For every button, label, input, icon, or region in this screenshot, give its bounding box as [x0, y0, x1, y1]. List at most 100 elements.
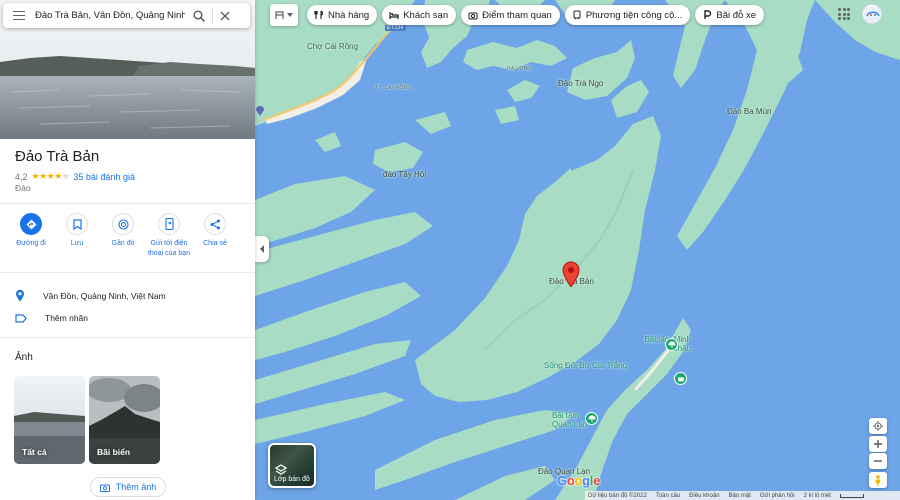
minus-icon [874, 460, 882, 462]
photo-all[interactable]: Tất cả [14, 376, 85, 464]
camera-icon [677, 376, 684, 381]
app-root: Chợ Cái Rồng ĐT334 HẠ LONG TT. CÁI RỒNG … [0, 0, 900, 500]
google-logo: Google [557, 473, 601, 488]
map-label-cho-cai-rong[interactable]: Chợ Cái Rồng [307, 42, 358, 51]
footer-global[interactable]: Toàn cầu [656, 493, 680, 499]
pegman-icon [875, 474, 881, 486]
send-to-phone-icon [164, 218, 174, 230]
directions-icon [26, 219, 36, 229]
building-icon [275, 11, 284, 19]
map-label-dao-tay-hoi[interactable]: đảo Tây Hội [383, 170, 426, 179]
place-title: Đảo Trà Bản [15, 148, 100, 165]
reviews-link[interactable]: 35 bài đánh giá [73, 172, 135, 182]
send-to-phone-label: Gửi tới điện thoại của bạn [147, 240, 191, 257]
google-apps-button[interactable] [838, 8, 850, 20]
chip-attractions-label: Điểm tham quan [482, 9, 552, 21]
label-icon [15, 313, 27, 323]
map-data-credit: Dữ liệu bản đồ ©2022 [588, 492, 647, 499]
camera-icon [468, 12, 478, 20]
save-label: Lưu [70, 240, 84, 247]
location-icon [16, 289, 24, 302]
scale-bar [839, 493, 864, 498]
search-input[interactable] [35, 10, 185, 21]
nearby-icon [117, 218, 129, 230]
collapse-panel-button[interactable] [255, 236, 269, 262]
chevron-left-icon [260, 245, 264, 253]
directions-button[interactable]: Đường đi [14, 213, 48, 258]
chip-transit[interactable]: Phương tiện công cộ... [564, 5, 691, 25]
beach-poi-icon[interactable] [665, 338, 678, 351]
road-badge: ĐT334 [385, 25, 406, 31]
account-avatar[interactable] [862, 4, 882, 24]
send-to-phone-button[interactable]: Gửi tới điện thoại của bạn [148, 213, 190, 258]
hotel-icon [389, 12, 399, 19]
layers-button[interactable]: Lớp bản đồ [268, 443, 316, 488]
add-photo-label: Thêm ảnh [115, 482, 157, 492]
map-edge-poi-icon[interactable] [255, 103, 265, 116]
map-label-ha-long: HẠ LONG [507, 66, 532, 72]
star-icon: ★ [46, 171, 55, 181]
restaurant-icon [314, 10, 324, 19]
chip-restaurants-label: Nhà hàng [328, 9, 370, 21]
search-divider [212, 7, 213, 24]
location-pin-icon[interactable] [562, 261, 580, 287]
close-icon[interactable] [220, 10, 230, 21]
zoom-out-button[interactable] [869, 453, 887, 469]
directions-label: Đường đi [16, 240, 46, 247]
chip-attractions[interactable]: Điểm tham quan [461, 5, 560, 25]
search-icon[interactable] [193, 9, 205, 22]
add-photo-button[interactable]: Thêm ảnh [90, 477, 166, 497]
beach-poi-icon-2[interactable] [585, 412, 598, 425]
rating-stars: ★ ★ ★ ★ ★ [32, 171, 70, 182]
map-label-dao-ba-mun[interactable]: Đảo Ba Mùn [727, 107, 771, 116]
photos-heading: Ảnh [15, 352, 33, 363]
scale-label[interactable]: 2 ki lô mét [804, 493, 831, 499]
photo-beach[interactable]: Bãi biển [89, 376, 160, 464]
nearby-button[interactable]: Gần đó [106, 213, 140, 258]
add-label-row[interactable]: Thêm nhãn [15, 313, 88, 323]
add-label-text: Thêm nhãn [45, 313, 88, 323]
menu-button[interactable] [3, 10, 35, 21]
my-location-button[interactable] [869, 418, 887, 434]
place-panel: Đảo Trà Bản 4,2 ★★★★★ 35 bài đánh giá Đả… [0, 0, 255, 500]
chevron-down-icon [287, 13, 293, 17]
search-box [3, 3, 250, 28]
chip-parking[interactable]: Bãi đỗ xe [695, 5, 765, 25]
share-button[interactable]: Chia sẻ [198, 213, 232, 258]
transit-icon [573, 10, 581, 20]
layers-icon [275, 464, 287, 475]
photo-beach-label: Bãi biển [97, 447, 131, 457]
map-canvas[interactable]: Chợ Cái Rồng ĐT334 HẠ LONG TT. CÁI RỒNG … [255, 0, 900, 500]
chip-hotels-label: Khách sạn [403, 9, 449, 21]
place-category[interactable]: Đảo [15, 183, 31, 193]
bookmark-icon [72, 218, 82, 230]
chip-hotels[interactable]: Khách sạn [382, 5, 457, 25]
map-label-dao-tra-ngo[interactable]: Đảo Trà Ngo [558, 79, 603, 88]
divider [0, 203, 255, 204]
zoom-in-button[interactable] [869, 436, 887, 452]
footer-feedback[interactable]: Gửi phản hồi [760, 493, 795, 499]
parking-icon [704, 10, 712, 19]
hotel-filter-dropdown[interactable] [270, 4, 298, 26]
attraction-poi-icon[interactable] [674, 372, 687, 385]
star-icon: ★ [39, 171, 47, 181]
footer-privacy[interactable]: Bảo mật [729, 493, 751, 499]
umbrella-icon [667, 340, 676, 348]
add-photo-icon [99, 484, 110, 492]
map-label-tt-cai-rong: TT. CÁI RỒNG [375, 85, 412, 91]
share-label: Chia sẻ [203, 240, 227, 247]
map-label-song-doi-bo-cat-trang[interactable]: Sống Đôi Bờ Cát Trắng [544, 361, 627, 370]
chip-parking-label: Bãi đỗ xe [716, 9, 757, 21]
chip-restaurants[interactable]: Nhà hàng [307, 5, 378, 25]
save-button[interactable]: Lưu [60, 213, 94, 258]
plus-icon [874, 440, 882, 448]
street-view-button[interactable] [869, 472, 887, 488]
footer-terms[interactable]: Điều khoản [689, 493, 719, 499]
chip-transit-label: Phương tiện công cộ... [585, 9, 683, 21]
share-icon [210, 219, 220, 229]
divider [0, 337, 255, 338]
map-footer: Dữ liệu bản đồ ©2022 Toàn cầu Điều khoản… [585, 491, 900, 500]
address-row[interactable]: Vân Đồn, Quảng Ninh, Việt Nam [15, 289, 166, 302]
address-text: Vân Đồn, Quảng Ninh, Việt Nam [43, 290, 166, 301]
layers-label: Lớp bản đồ [274, 476, 310, 483]
